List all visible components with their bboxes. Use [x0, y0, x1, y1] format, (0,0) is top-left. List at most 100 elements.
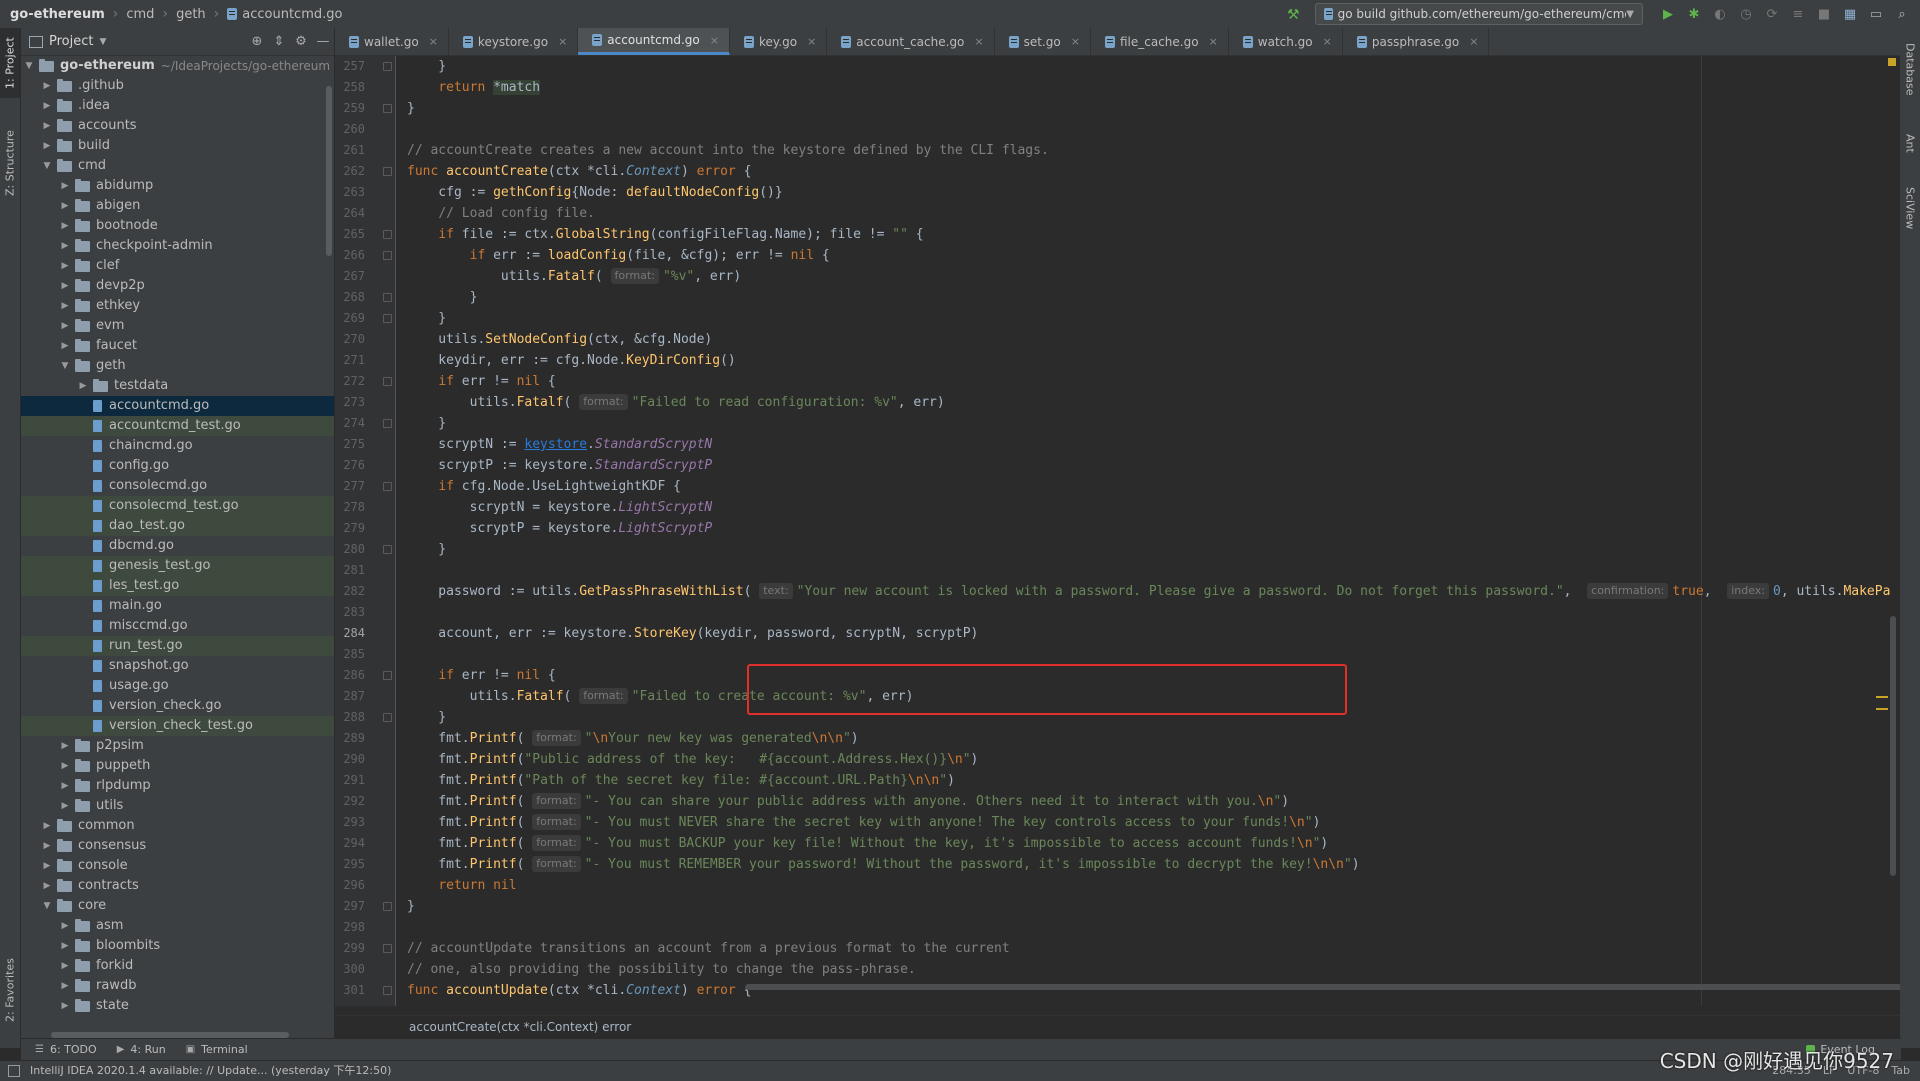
- search-icon[interactable]: ⌕: [1890, 2, 1914, 26]
- tree-folder[interactable]: ▶ rawdb: [21, 976, 334, 996]
- editor-tab[interactable]: set.go ×: [995, 28, 1091, 55]
- tree-folder[interactable]: ▶ checkpoint-admin: [21, 236, 334, 256]
- tree-folder[interactable]: ▶ clef: [21, 256, 334, 276]
- build-list-icon[interactable]: ≡: [1786, 2, 1810, 26]
- code-line[interactable]: fmt.Printf( format: "\nYour new key was g…: [407, 728, 859, 749]
- code-line[interactable]: if err != nil {: [407, 665, 555, 686]
- close-icon[interactable]: ×: [1469, 35, 1478, 48]
- tree-file[interactable]: misccmd.go: [21, 616, 334, 636]
- expand-arrow-icon[interactable]: ▶: [59, 956, 71, 976]
- code-line[interactable]: fmt.Printf( format: "- You must NEVER sha…: [407, 812, 1320, 833]
- code-line[interactable]: password := utils.GetPassPhraseWithList(…: [407, 581, 1890, 602]
- expand-arrow-icon[interactable]: ▶: [59, 316, 71, 336]
- tree-folder[interactable]: ▶ faucet: [21, 336, 334, 356]
- code-line[interactable]: utils.Fatalf( format: "%v", err): [407, 266, 741, 287]
- expand-arrow-icon[interactable]: ▶: [41, 136, 53, 156]
- close-icon[interactable]: ×: [1071, 35, 1080, 48]
- expand-arrow-icon[interactable]: ▶: [41, 856, 53, 876]
- code-line[interactable]: // accountUpdate transitions an account …: [407, 938, 1010, 959]
- fold-marker-icon[interactable]: [383, 713, 392, 722]
- code-line[interactable]: func accountUpdate(ctx *cli.Context) err…: [407, 980, 751, 1001]
- fold-marker-icon[interactable]: [383, 104, 392, 113]
- expand-arrow-icon[interactable]: ▼: [23, 56, 35, 76]
- fold-marker-icon[interactable]: [383, 230, 392, 239]
- expand-arrow-icon[interactable]: ▶: [41, 816, 53, 836]
- code-line[interactable]: func accountCreate(ctx *cli.Context) err…: [407, 161, 751, 182]
- fold-marker-icon[interactable]: [383, 902, 392, 911]
- expand-arrow-icon[interactable]: ▶: [59, 336, 71, 356]
- tree-file[interactable]: config.go: [21, 456, 334, 476]
- tree-folder[interactable]: ▼ core: [21, 896, 334, 916]
- editor-breadcrumb-label[interactable]: accountCreate(ctx *cli.Context) error: [409, 1020, 631, 1034]
- tree-folder[interactable]: ▶ asm: [21, 916, 334, 936]
- expand-arrow-icon[interactable]: ▶: [59, 196, 71, 216]
- todo-tool-button[interactable]: ☰ 6: TODO: [35, 1043, 97, 1056]
- code-line[interactable]: }: [407, 98, 415, 119]
- breadcrumb-geth[interactable]: geth: [172, 7, 210, 22]
- tree-file[interactable]: main.go: [21, 596, 334, 616]
- project-structure-icon[interactable]: ▦: [1838, 2, 1862, 26]
- terminal-tool-button[interactable]: ▣ Terminal: [186, 1043, 248, 1056]
- close-icon[interactable]: ×: [1323, 35, 1332, 48]
- code-line[interactable]: utils.SetNodeConfig(ctx, &cfg.Node): [407, 329, 712, 350]
- expand-arrow-icon[interactable]: ▶: [41, 836, 53, 856]
- profile-icon[interactable]: ◷: [1734, 2, 1758, 26]
- expand-arrow-icon[interactable]: ▶: [59, 236, 71, 256]
- tree-folder[interactable]: ▼ cmd: [21, 156, 334, 176]
- close-icon[interactable]: ×: [558, 35, 567, 48]
- tree-folder[interactable]: ▶ devp2p: [21, 276, 334, 296]
- tree-file[interactable]: dbcmd.go: [21, 536, 334, 556]
- code-line[interactable]: return nil: [407, 875, 516, 896]
- editor-tab[interactable]: watch.go ×: [1229, 28, 1343, 55]
- expand-arrow-icon[interactable]: ▶: [41, 116, 53, 136]
- code-line[interactable]: if cfg.Node.UseLightweightKDF {: [407, 476, 681, 497]
- tree-folder[interactable]: ▶ p2psim: [21, 736, 334, 756]
- stop-icon[interactable]: ■: [1812, 2, 1836, 26]
- code-line[interactable]: fmt.Printf( format: "- You can share your…: [407, 791, 1289, 812]
- editor-horizontal-scrollbar[interactable]: [745, 984, 1900, 990]
- tree-file[interactable]: consolecmd.go: [21, 476, 334, 496]
- tree-folder[interactable]: ▶ .github: [21, 76, 334, 96]
- tree-file[interactable]: chaincmd.go: [21, 436, 334, 456]
- chevron-down-icon[interactable]: ▼: [99, 37, 106, 47]
- code-line[interactable]: }: [407, 287, 478, 308]
- code-line[interactable]: scryptP = keystore.LightScryptP: [407, 518, 713, 539]
- tree-file[interactable]: les_test.go: [21, 576, 334, 596]
- code-line[interactable]: utils.Fatalf( format: "Failed to read con…: [407, 392, 945, 413]
- tree-vertical-scrollbar[interactable]: [326, 86, 332, 256]
- fold-marker-icon[interactable]: [383, 293, 392, 302]
- code-line[interactable]: scryptN = keystore.LightScryptN: [407, 497, 713, 518]
- project-tool-tab[interactable]: 1: Project: [0, 28, 20, 98]
- fold-marker-icon[interactable]: [383, 671, 392, 680]
- expand-arrow-icon[interactable]: ▶: [59, 256, 71, 276]
- close-icon[interactable]: ×: [974, 35, 983, 48]
- code-line[interactable]: fmt.Printf("Public address of the key: #…: [407, 749, 978, 770]
- tree-file[interactable]: accountcmd_test.go: [21, 416, 334, 436]
- expand-arrow-icon[interactable]: ▶: [59, 936, 71, 956]
- fold-marker-icon[interactable]: [383, 986, 392, 995]
- code-line[interactable]: if err != nil {: [407, 371, 555, 392]
- run-tool-button[interactable]: ▶ 4: Run: [117, 1043, 166, 1056]
- gear-icon[interactable]: ⚙: [290, 31, 312, 53]
- tree-root[interactable]: ▼ go-ethereum ~/IdeaProjects/go-ethereum: [21, 56, 334, 76]
- code-line[interactable]: scryptP := keystore.StandardScryptP: [407, 455, 712, 476]
- status-message[interactable]: IntelliJ IDEA 2020.1.4 available: // Upd…: [30, 1061, 391, 1081]
- tree-folder[interactable]: ▶ evm: [21, 316, 334, 336]
- code-line[interactable]: // Load config file.: [407, 203, 595, 224]
- code-line[interactable]: if file := ctx.GlobalString(configFileFl…: [407, 224, 923, 245]
- expand-arrow-icon[interactable]: ▶: [59, 776, 71, 796]
- expand-arrow-icon[interactable]: ▶: [59, 796, 71, 816]
- structure-tool-tab[interactable]: Z: Structure: [0, 123, 20, 203]
- indent-setting[interactable]: Tab: [1891, 1061, 1910, 1081]
- fold-marker-icon[interactable]: [383, 944, 392, 953]
- run-icon[interactable]: ▶: [1656, 2, 1680, 26]
- tree-file[interactable]: version_check.go: [21, 696, 334, 716]
- hide-icon[interactable]: —: [312, 31, 334, 53]
- code-line[interactable]: // one, also providing the possibility t…: [407, 959, 916, 980]
- tree-folder[interactable]: ▶ puppeth: [21, 756, 334, 776]
- editor-tab[interactable]: key.go ×: [730, 28, 828, 55]
- editor-tab[interactable]: file_cache.go ×: [1091, 28, 1229, 55]
- editor-tab[interactable]: account_cache.go ×: [827, 28, 995, 55]
- code-line[interactable]: fmt.Printf( format: "- You must BACKUP yo…: [407, 833, 1328, 854]
- expand-arrow-icon[interactable]: ▶: [59, 216, 71, 236]
